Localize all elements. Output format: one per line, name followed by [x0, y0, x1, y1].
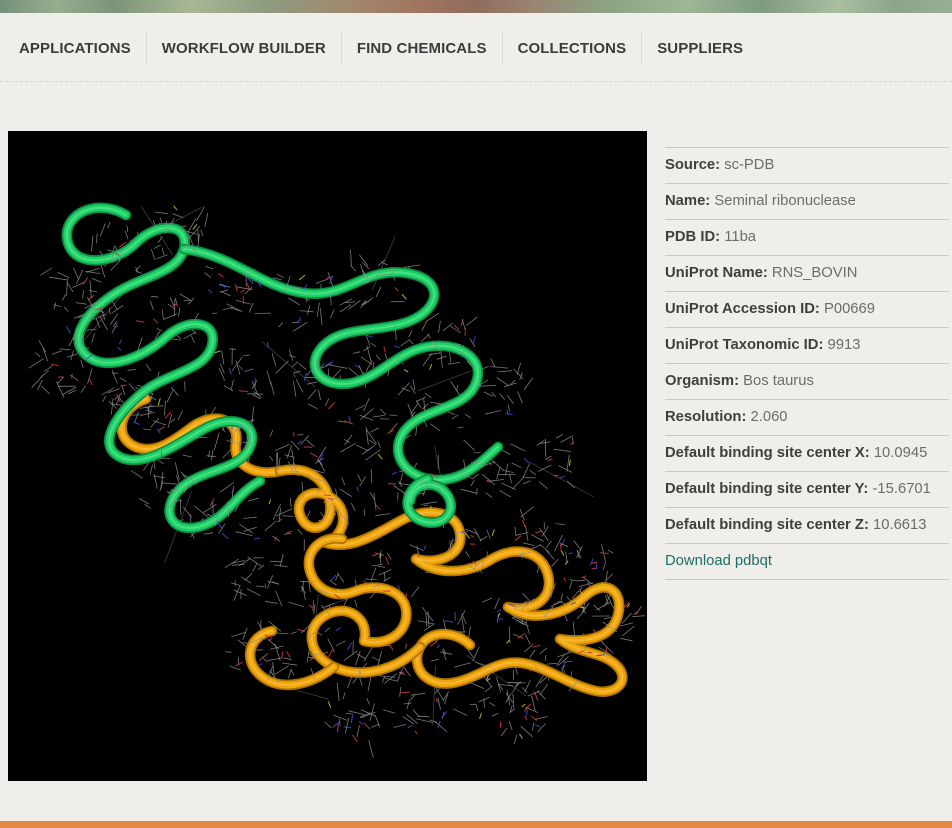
detail-value: 9913 [828, 337, 861, 353]
main-navigation: APPLICATIONSWORKFLOW BUILDERFIND CHEMICA… [0, 13, 952, 82]
detail-label: UniProt Accession ID: [665, 301, 824, 317]
detail-label: Default binding site center X: [665, 445, 874, 461]
detail-value: 2.060 [751, 409, 788, 425]
detail-label: UniProt Taxonomic ID: [665, 337, 828, 353]
detail-label: Resolution: [665, 409, 751, 425]
detail-row: PDB ID: 11ba [665, 220, 949, 256]
nav-item-applications[interactable]: APPLICATIONS [4, 33, 146, 64]
detail-row: Name: Seminal ribonuclease [665, 184, 949, 220]
detail-row: Resolution: 2.060 [665, 400, 949, 436]
detail-row: Organism: Bos taurus [665, 364, 949, 400]
download-row: Download pdbqt [665, 544, 949, 580]
detail-label: Organism: [665, 373, 743, 389]
nav-item-suppliers[interactable]: SUPPLIERS [641, 33, 758, 64]
detail-value: 10.6613 [873, 517, 927, 533]
nav-menu: APPLICATIONSWORKFLOW BUILDERFIND CHEMICA… [4, 33, 758, 64]
detail-row: UniProt Taxonomic ID: 9913 [665, 328, 949, 364]
detail-label: Default binding site center Y: [665, 481, 872, 497]
detail-value: 11ba [724, 229, 756, 245]
detail-value: 10.0945 [874, 445, 928, 461]
detail-row: Default binding site center Z: 10.6613 [665, 508, 949, 544]
detail-label: Name: [665, 193, 714, 209]
download-pdbqt-link[interactable]: Download pdbqt [665, 553, 772, 569]
detail-label: Source: [665, 157, 724, 173]
detail-row: Source: sc-PDB [665, 148, 949, 184]
detail-label: UniProt Name: [665, 265, 772, 281]
detail-label: Default binding site center Z: [665, 517, 873, 533]
detail-row: UniProt Name: RNS_BOVIN [665, 256, 949, 292]
nav-item-find-chemicals[interactable]: FIND CHEMICALS [341, 33, 502, 64]
detail-value: Seminal ribonuclease [714, 193, 855, 209]
detail-label: PDB ID: [665, 229, 724, 245]
detail-row: Default binding site center Y: -15.6701 [665, 472, 949, 508]
detail-row: UniProt Accession ID: P00669 [665, 292, 949, 328]
detail-value: sc-PDB [724, 157, 774, 173]
detail-value: RNS_BOVIN [772, 265, 858, 281]
molecule-viewer[interactable] [8, 131, 647, 781]
footer-accent-bar [0, 821, 952, 828]
chain-ribbon-green [67, 208, 498, 528]
detail-value: P00669 [824, 301, 875, 317]
detail-row: Default binding site center X: 10.0945 [665, 436, 949, 472]
nav-item-collections[interactable]: COLLECTIONS [502, 33, 642, 64]
protein-details-panel: Source: sc-PDBName: Seminal ribonuclease… [665, 147, 949, 580]
detail-value: -15.6701 [872, 481, 930, 497]
protein-structure-render [8, 131, 647, 781]
header-banner [0, 0, 952, 13]
detail-value: Bos taurus [743, 373, 814, 389]
nav-item-workflow-builder[interactable]: WORKFLOW BUILDER [146, 33, 341, 64]
